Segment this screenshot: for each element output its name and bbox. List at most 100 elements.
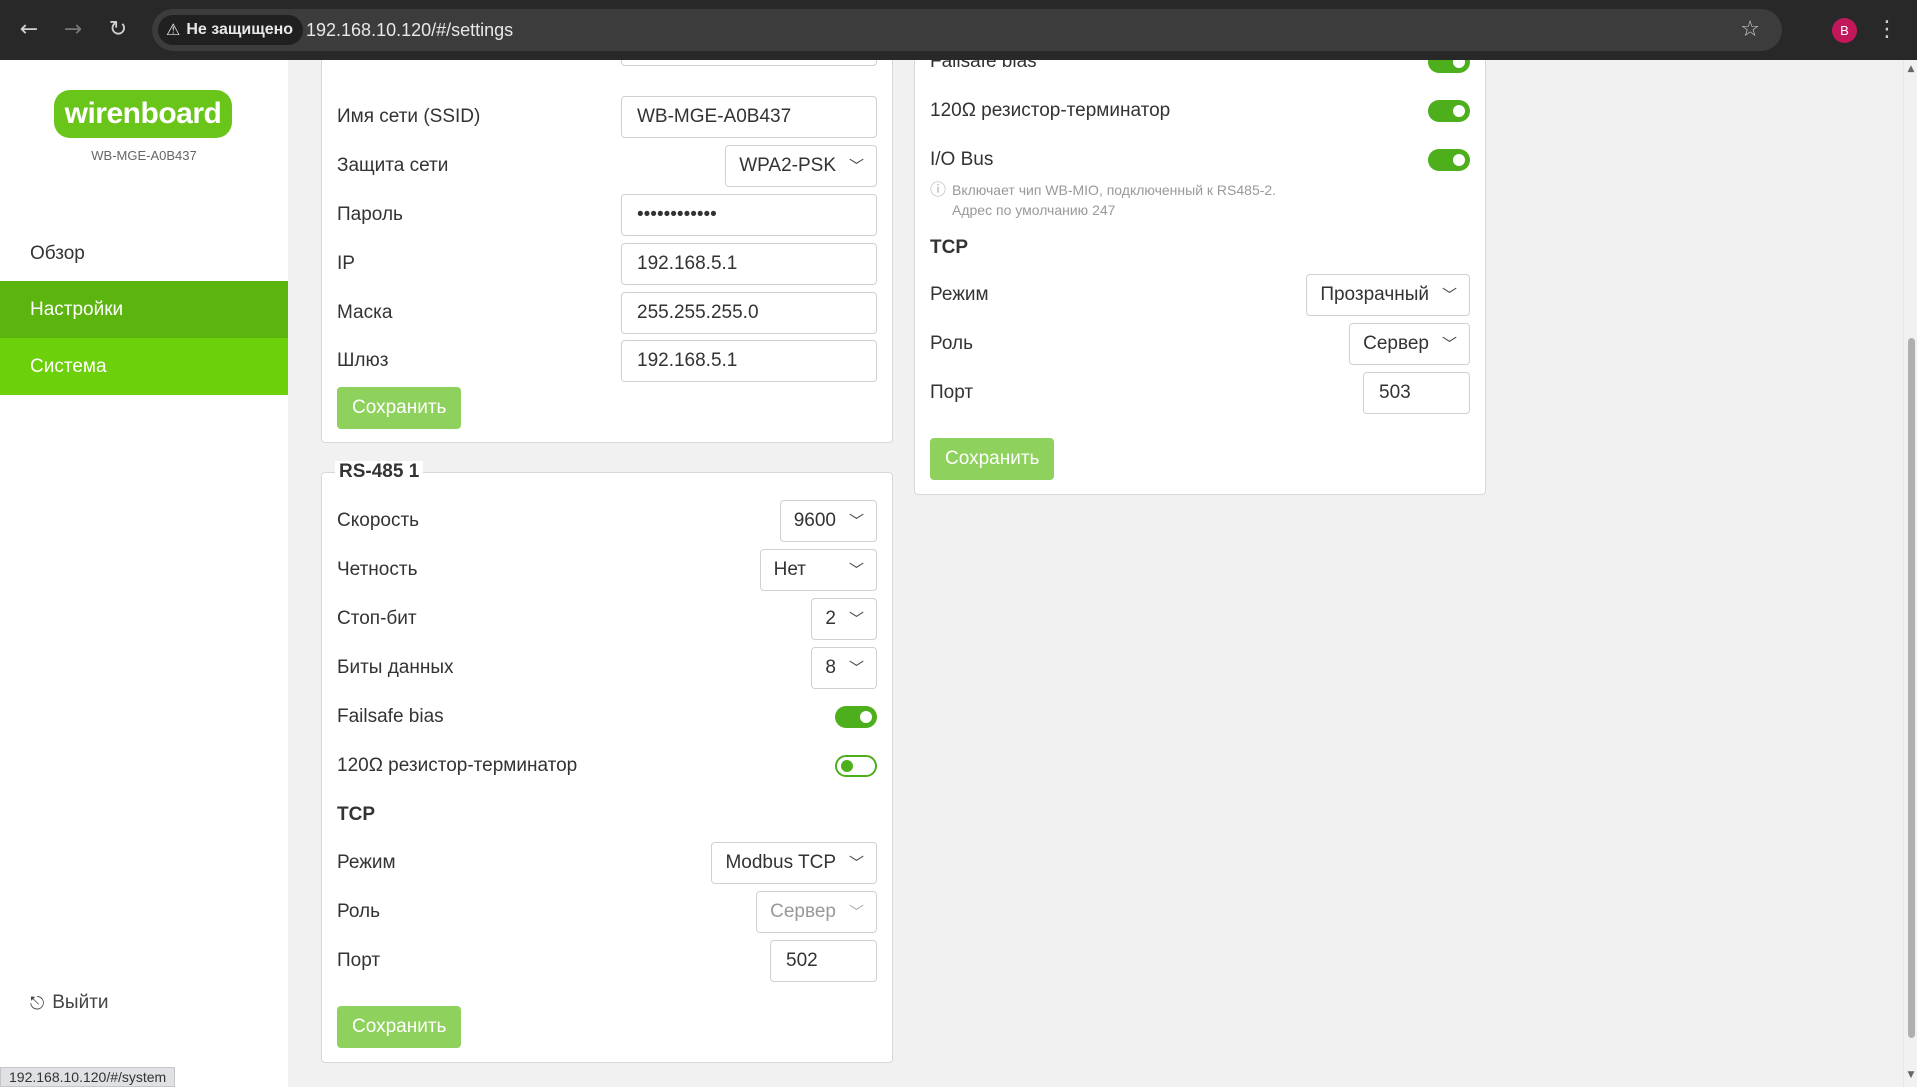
stopbits-label: Стоп-бит <box>337 608 417 629</box>
device-id: WB-MGE-A0B437 <box>91 148 197 163</box>
security-label: Защита сети <box>337 155 449 176</box>
chevron-down-icon: ﹀ <box>848 512 864 530</box>
iobus-label: I/O Bus <box>930 149 994 170</box>
mode-select[interactable]: Modbus TCP ﹀ <box>711 842 877 884</box>
role-value: Сервер <box>770 901 836 922</box>
sidebar-item-settings[interactable]: Настройки <box>0 281 288 338</box>
wifi-save-button[interactable]: Сохранить <box>337 387 462 429</box>
iobus-hint: ⓘ Включает чип WB-MIO, подключенный к RS… <box>930 180 1276 220</box>
scrollbar-thumb[interactable] <box>1908 338 1915 1038</box>
terminator-toggle[interactable] <box>835 755 877 777</box>
terminator-2-row: 120Ω резистор-терминатор <box>930 90 1470 132</box>
security-select[interactable]: WPA2-PSK ﹀ <box>725 145 877 187</box>
sidebar-item-system[interactable]: Система <box>0 338 288 395</box>
role-2-row: Роль Сервер ﹀ <box>930 323 1470 365</box>
iobus-hint-text: Включает чип WB-MIO, подключенный к RS48… <box>952 180 1276 220</box>
chevron-down-icon: ﹀ <box>848 854 864 872</box>
logout-icon: ⎋ <box>30 992 45 1014</box>
port-2-row: Порт 503 <box>930 372 1470 414</box>
mode-value: Modbus TCP <box>725 852 836 873</box>
password-label: Пароль <box>337 204 403 225</box>
parity-select[interactable]: Нет ﹀ <box>759 549 877 591</box>
mode-2-value: Прозрачный <box>1320 284 1429 305</box>
mode-2-select[interactable]: Прозрачный ﹀ <box>1306 274 1470 316</box>
security-label: Не защищено <box>186 21 294 38</box>
password-input[interactable]: •••••••••••• <box>621 194 877 236</box>
terminator-2-toggle[interactable] <box>1428 100 1470 122</box>
security-row: Защита сети WPA2-PSK ﹀ <box>337 145 877 187</box>
sidebar-item-overview[interactable]: Обзор <box>0 225 288 282</box>
back-icon[interactable]: ← <box>14 15 44 45</box>
ssid-label: Имя сети (SSID) <box>337 106 481 127</box>
ssid-input[interactable]: WB-MGE-A0B437 <box>621 96 877 138</box>
iobus-toggle[interactable] <box>1428 149 1470 171</box>
chevron-down-icon: ﹀ <box>848 610 864 628</box>
mode-2-row: Режим Прозрачный ﹀ <box>930 274 1470 316</box>
warning-icon: ⚠ <box>166 20 181 39</box>
speed-row: Скорость 9600 ﹀ <box>337 500 877 542</box>
chevron-down-icon: ﹀ <box>848 903 864 921</box>
mask-input[interactable]: 255.255.255.0 <box>621 292 877 334</box>
stopbits-select[interactable]: 2 ﹀ <box>811 598 877 640</box>
failsafe-label: Failsafe bias <box>337 706 444 727</box>
settings-content: Имя сети (SSID) WB-MGE-A0B437 Защита сет… <box>288 60 1903 1087</box>
ip-row: IP 192.168.5.1 <box>337 243 877 285</box>
ip-label: IP <box>337 253 355 274</box>
rs485-2-panel: Failsafe bias 120Ω резистор-терминатор I… <box>914 60 1486 495</box>
page-scrollbar[interactable]: ▲ ▼ <box>1903 60 1917 1087</box>
logout-button[interactable]: ⎋ Выйти <box>30 992 109 1014</box>
rs485-2-save-button[interactable]: Сохранить <box>930 438 1055 480</box>
speed-label: Скорость <box>337 510 420 531</box>
profile-avatar[interactable]: B <box>1832 18 1857 43</box>
ip-input[interactable]: 192.168.5.1 <box>621 243 877 285</box>
port-input[interactable]: 502 <box>770 940 877 982</box>
failsafe-2-label: Failsafe bias <box>930 60 1037 72</box>
parity-value: Нет <box>773 559 806 580</box>
databits-label: Биты данных <box>337 657 454 678</box>
rs485-1-panel: RS-485 1 Скорость 9600 ﹀ Четность Нет ﹀ Ст… <box>321 461 893 1063</box>
gateway-input[interactable]: 192.168.5.1 <box>621 340 877 382</box>
rs485-1-save-button[interactable]: Сохранить <box>337 1006 462 1048</box>
browser-menu-icon[interactable]: ⋮ <box>1876 15 1898 45</box>
bookmark-star-icon[interactable]: ☆ <box>1740 9 1760 51</box>
databits-row: Биты данных 8 ﹀ <box>337 647 877 689</box>
role-2-select[interactable]: Сервер ﹀ <box>1349 323 1470 365</box>
url-text[interactable]: 192.168.10.120/#/settings <box>306 9 513 51</box>
stopbits-value: 2 <box>825 608 836 629</box>
databits-select[interactable]: 8 ﹀ <box>811 647 877 689</box>
forward-icon[interactable]: → <box>58 15 88 45</box>
failsafe-2-row: Failsafe bias <box>930 60 1470 83</box>
iobus-row: I/O Bus <box>930 139 1470 181</box>
role-select: Сервер ﹀ <box>756 891 877 933</box>
stopbits-row: Стоп-бит 2 ﹀ <box>337 598 877 640</box>
scroll-up-icon[interactable]: ▲ <box>1904 64 1917 74</box>
wifi-panel: Имя сети (SSID) WB-MGE-A0B437 Защита сет… <box>321 60 893 443</box>
address-bar[interactable]: ⚠ Не защищено 192.168.10.120/#/settings … <box>152 9 1782 51</box>
password-row: Пароль •••••••••••• <box>337 194 877 236</box>
scroll-down-icon[interactable]: ▼ <box>1904 1070 1917 1080</box>
speed-select[interactable]: 9600 ﹀ <box>779 500 877 542</box>
ssid-row: Имя сети (SSID) WB-MGE-A0B437 <box>337 96 877 138</box>
parity-label: Четность <box>337 559 418 580</box>
databits-value: 8 <box>825 657 836 678</box>
reload-icon[interactable]: ↻ <box>103 15 133 45</box>
wirenboard-logo[interactable]: wirenboard <box>54 90 232 138</box>
mode-label: Режим <box>337 852 396 873</box>
port-2-input[interactable]: 503 <box>1363 372 1470 414</box>
role-2-label: Роль <box>930 333 973 354</box>
iobus-hint-line2: Адрес по умолчанию 247 <box>952 202 1116 218</box>
security-chip[interactable]: ⚠ Не защищено <box>158 15 304 45</box>
mask-label: Маска <box>337 302 393 323</box>
rs485-1-title: RS-485 1 <box>335 461 424 483</box>
previous-field[interactable] <box>621 60 877 66</box>
failsafe-toggle[interactable] <box>835 706 877 728</box>
role-label: Роль <box>337 901 380 922</box>
tcp-2-heading: TCP <box>930 237 968 258</box>
terminator-label: 120Ω резистор-терминатор <box>337 755 578 776</box>
chevron-down-icon: ﹀ <box>848 659 864 677</box>
failsafe-2-toggle[interactable] <box>1428 60 1470 73</box>
mode-row: Режим Modbus TCP ﹀ <box>337 842 877 884</box>
port-2-label: Порт <box>930 382 974 403</box>
failsafe-row: Failsafe bias <box>337 696 877 738</box>
role-2-value: Сервер <box>1363 333 1429 354</box>
